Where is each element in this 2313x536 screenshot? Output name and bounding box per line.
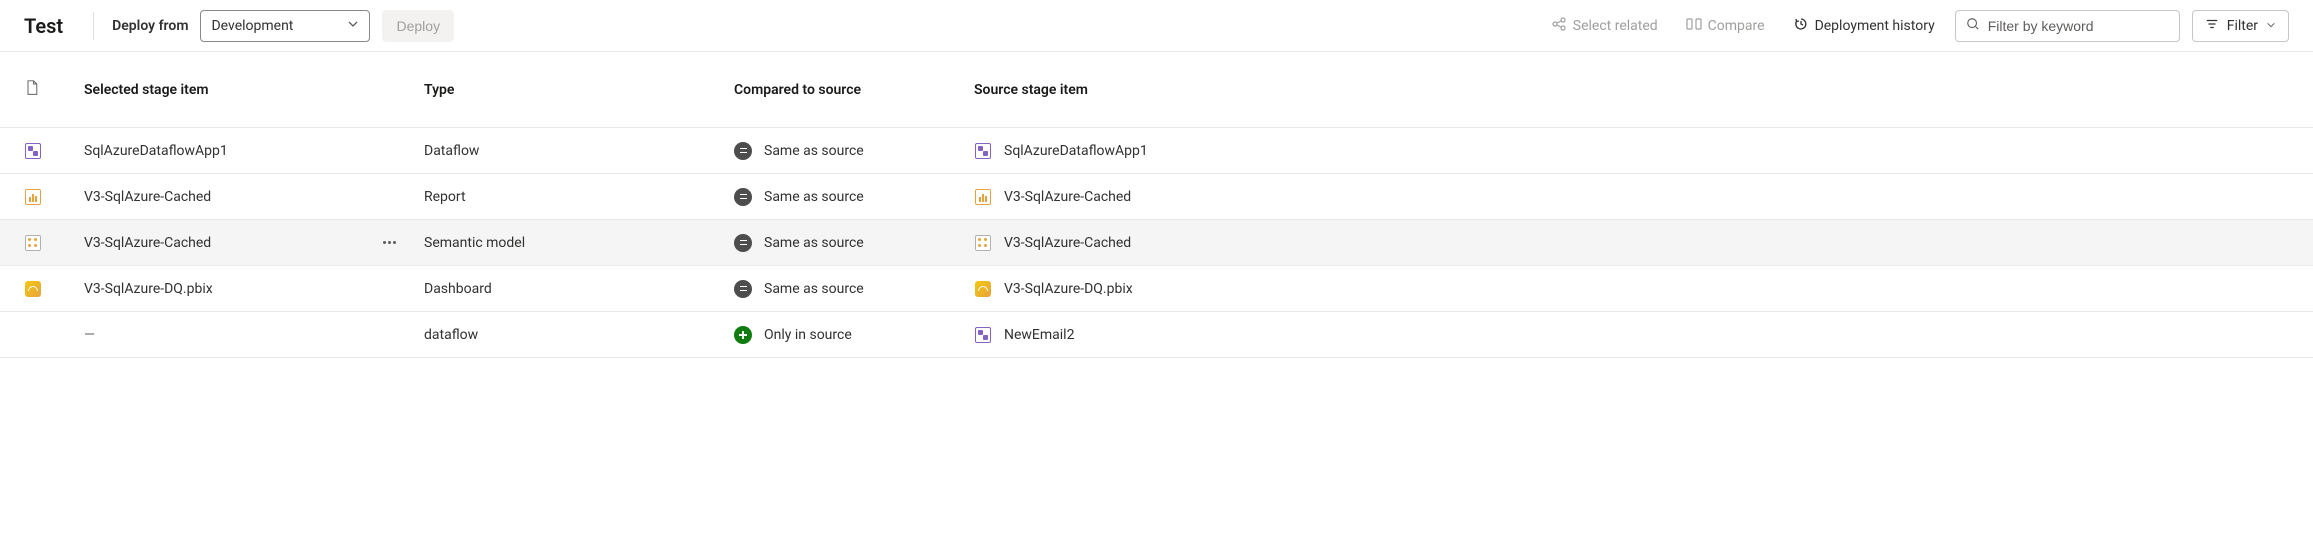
source-cell: NewEmail2	[974, 326, 1294, 344]
history-icon	[1793, 16, 1809, 36]
item-name: SqlAzureDataflowApp1	[84, 143, 228, 159]
item-name: —	[84, 327, 97, 343]
item-name: V3-SqlAzure-Cached	[84, 189, 211, 205]
item-name: V3-SqlAzure-DQ.pbix	[84, 281, 213, 297]
table-body: SqlAzureDataflowApp1 Dataflow Same as sour…	[0, 128, 2313, 358]
stage-select[interactable]: Development	[200, 10, 370, 42]
toolbar: Test Deploy from Development Deploy Sele…	[0, 0, 2313, 52]
col-source-item[interactable]: Source stage item	[974, 82, 1294, 98]
source-item-name: V3-SqlAzure-Cached	[1004, 235, 1131, 251]
deployment-history-action[interactable]: Deployment history	[1785, 10, 1943, 42]
filter-button[interactable]: Filter	[2192, 10, 2289, 42]
compare-label: Compare	[1708, 18, 1765, 34]
chevron-down-icon	[2266, 18, 2276, 34]
report-icon	[974, 188, 992, 206]
table-row[interactable]: V3-SqlAzure-Cached Report Same as source V3…	[0, 174, 2313, 220]
source-cell: V3-SqlAzure-DQ.pbix	[974, 280, 1294, 298]
filter-icon	[2205, 17, 2219, 35]
semantic-icon	[24, 234, 42, 252]
table-row[interactable]: — dataflow Only in source NewEmail2	[0, 312, 2313, 358]
share-icon	[1551, 16, 1567, 36]
dashboard-icon	[24, 280, 42, 298]
equals-icon	[734, 142, 752, 160]
source-item-name: V3-SqlAzure-DQ.pbix	[1004, 281, 1133, 297]
compared-label: Same as source	[764, 281, 864, 297]
search-icon	[1966, 17, 1980, 35]
compared-label: Same as source	[764, 189, 864, 205]
equals-icon	[734, 234, 752, 252]
file-icon	[24, 80, 84, 100]
compared-cell: Same as source	[734, 234, 974, 252]
item-name-cell: V3-SqlAzure-DQ.pbix	[84, 281, 424, 297]
deploy-from-label: Deploy from	[112, 18, 188, 34]
select-related-label: Select related	[1573, 18, 1658, 34]
item-type: Report	[424, 189, 734, 205]
table-header: Selected stage item Type Compared to sou…	[0, 52, 2313, 128]
table-row[interactable]: V3-SqlAzure-DQ.pbix Dashboard Same as sour…	[0, 266, 2313, 312]
compared-cell: Same as source	[734, 188, 974, 206]
dataflow-icon	[24, 142, 42, 160]
compared-label: Same as source	[764, 143, 864, 159]
item-type: Dataflow	[424, 143, 734, 159]
deploy-button[interactable]: Deploy	[382, 10, 454, 42]
compare-icon	[1686, 16, 1702, 36]
item-name-cell: SqlAzureDataflowApp1	[84, 143, 424, 159]
compared-cell: Only in source	[734, 326, 974, 344]
chevron-down-icon	[347, 18, 359, 34]
col-selected-item[interactable]: Selected stage item	[84, 82, 424, 98]
item-name: V3-SqlAzure-Cached	[84, 235, 211, 251]
table-row[interactable]: SqlAzureDataflowApp1 Dataflow Same as sour…	[0, 128, 2313, 174]
compared-label: Only in source	[764, 327, 852, 343]
page-title: Test	[24, 14, 81, 38]
select-related-action: Select related	[1543, 10, 1666, 42]
compared-label: Same as source	[764, 235, 864, 251]
item-type: dataflow	[424, 327, 734, 343]
semantic-icon	[974, 234, 992, 252]
compared-cell: Same as source	[734, 280, 974, 298]
source-cell: V3-SqlAzure-Cached	[974, 234, 1294, 252]
compared-cell: Same as source	[734, 142, 974, 160]
none-icon	[24, 326, 42, 344]
source-cell: SqlAzureDataflowApp1	[974, 142, 1294, 160]
deployment-history-label: Deployment history	[1815, 18, 1935, 34]
equals-icon	[734, 188, 752, 206]
divider	[93, 12, 94, 40]
source-item-name: SqlAzureDataflowApp1	[1004, 143, 1148, 159]
item-name-cell: —	[84, 327, 424, 343]
stage-select-value: Development	[211, 18, 293, 34]
search-input[interactable]	[1988, 18, 2169, 34]
item-type: Dashboard	[424, 281, 734, 297]
more-options-icon[interactable]	[379, 237, 400, 248]
dataflow-icon	[974, 326, 992, 344]
report-icon	[24, 188, 42, 206]
item-name-cell: V3-SqlAzure-Cached	[84, 235, 424, 251]
source-item-name: NewEmail2	[1004, 327, 1074, 343]
col-type[interactable]: Type	[424, 82, 734, 98]
col-compared[interactable]: Compared to source	[734, 82, 974, 98]
dataflow-icon	[974, 142, 992, 160]
source-item-name: V3-SqlAzure-Cached	[1004, 189, 1131, 205]
compare-action: Compare	[1678, 10, 1773, 42]
source-cell: V3-SqlAzure-Cached	[974, 188, 1294, 206]
items-table: Selected stage item Type Compared to sou…	[0, 52, 2313, 358]
item-name-cell: V3-SqlAzure-Cached	[84, 189, 424, 205]
plus-icon	[734, 326, 752, 344]
item-type: Semantic model	[424, 235, 734, 251]
search-box[interactable]	[1955, 10, 2180, 42]
equals-icon	[734, 280, 752, 298]
table-row[interactable]: V3-SqlAzure-Cached Semantic model Same as …	[0, 220, 2313, 266]
dashboard-icon	[974, 280, 992, 298]
filter-label: Filter	[2227, 18, 2258, 34]
